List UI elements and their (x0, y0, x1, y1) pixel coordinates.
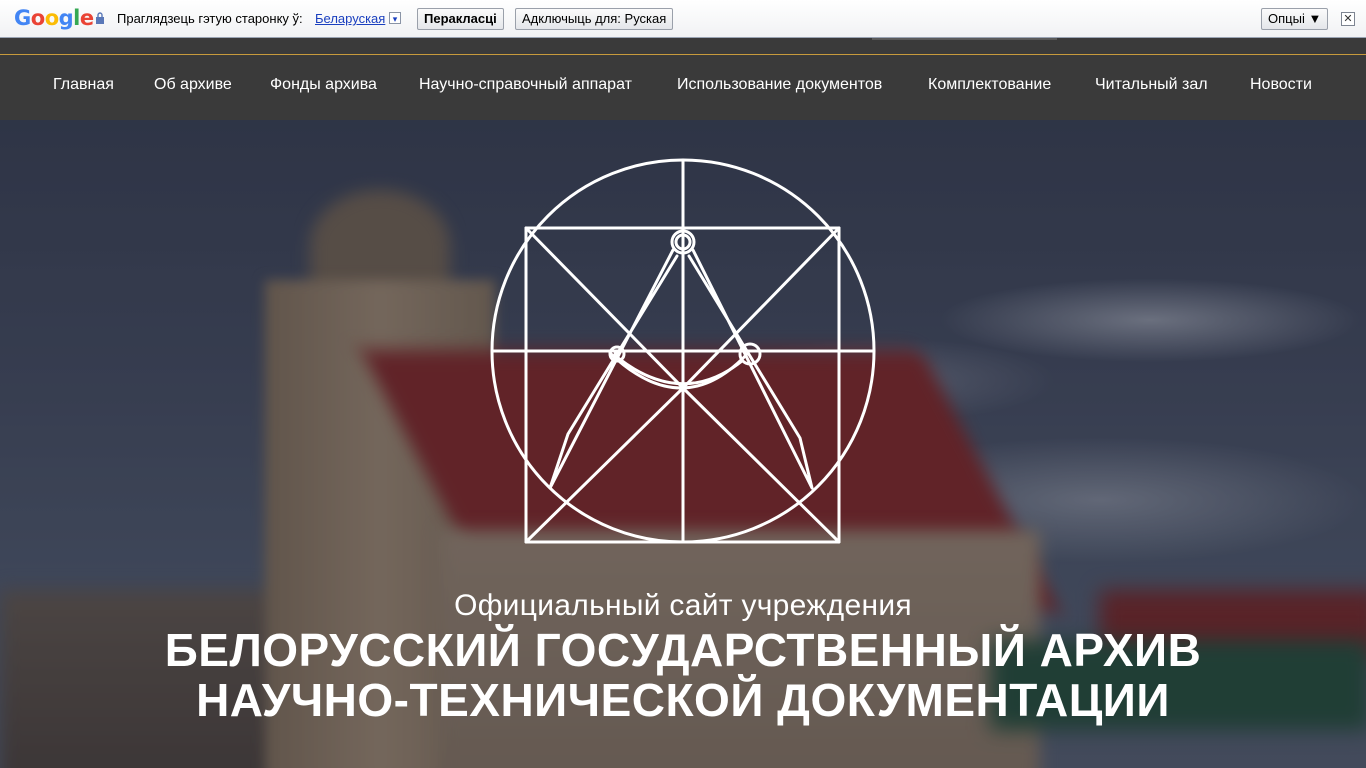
disable-translate-button[interactable]: Адключыць для: Руская (515, 8, 674, 30)
nav-item-about[interactable]: Об архиве (154, 76, 232, 94)
hero-subtitle: Официальный сайт учреждения (454, 589, 912, 622)
hero-title-line-1: БЕЛОРУССКИЙ ГОСУДАРСТВЕННЫЙ АРХИВ (164, 624, 1202, 676)
nav-item-funds[interactable]: Фонды архива (270, 76, 377, 94)
top-strip (0, 38, 1366, 55)
nav-item-home[interactable]: Главная (53, 76, 114, 94)
nav-item-reference[interactable]: Научно-справочный аппарат (419, 76, 632, 94)
hero-title-line-2: НАУЧНО-ТЕХНИЧЕСКОЙ ДОКУМЕНТАЦИИ (196, 674, 1170, 726)
translate-bar: Google Праглядзець гэтую старонку ў: Бел… (0, 0, 1366, 38)
main-nav: Главная Об архиве Фонды архива Научно-сп… (0, 55, 1366, 120)
nav-item-documents-use[interactable]: Использование документов (677, 76, 882, 94)
google-logo: Google (14, 6, 94, 30)
lock-icon (96, 12, 104, 24)
hero-banner: Официальный сайт учреждения БЕЛОРУССКИЙ … (0, 120, 1366, 768)
language-dropdown-icon[interactable]: ▾ (389, 12, 401, 24)
nav-item-reading-room[interactable]: Читальный зал (1095, 76, 1208, 94)
options-button[interactable]: Опцыі ▼ (1261, 8, 1329, 30)
nav-item-news[interactable]: Новости (1250, 76, 1312, 94)
translate-button[interactable]: Перакласці (417, 8, 504, 30)
target-language-link[interactable]: Беларуская (315, 11, 385, 26)
nav-item-acquisition[interactable]: Комплектование (928, 76, 1051, 94)
archive-emblem-logo (490, 158, 876, 544)
hero-title: БЕЛОРУССКИЙ ГОСУДАРСТВЕННЫЙ АРХИВ НАУЧНО… (0, 625, 1366, 725)
translate-prompt: Праглядзець гэтую старонку ў: (117, 11, 303, 26)
search-underline (872, 38, 1057, 40)
close-icon[interactable]: ✕ (1341, 12, 1355, 26)
